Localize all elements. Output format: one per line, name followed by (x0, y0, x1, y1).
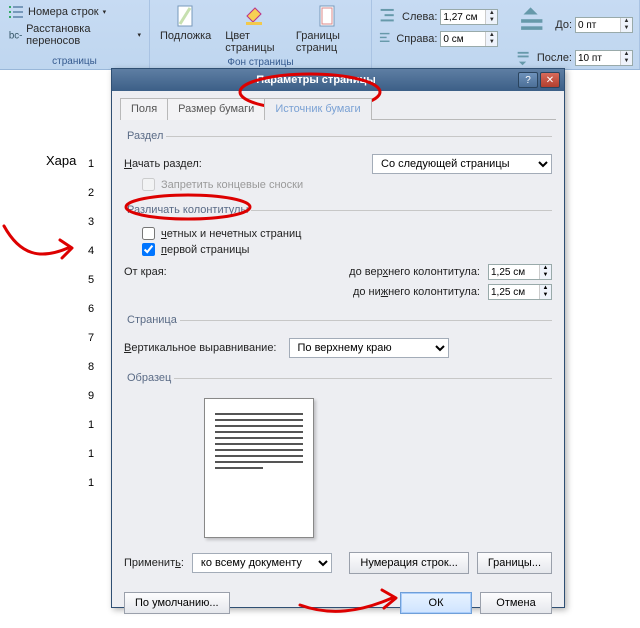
dialog-tabs: Поля Размер бумаги Источник бумаги (112, 91, 564, 119)
space-after-spinner[interactable]: ▲▼ (575, 50, 633, 66)
help-button[interactable]: ? (518, 72, 538, 88)
page-borders-icon (316, 4, 340, 28)
ribbon-group-label: страницы (6, 55, 143, 69)
page-fieldset: Страница Вертикальное выравнивание: По в… (124, 314, 552, 368)
cancel-button[interactable]: Отмена (480, 592, 552, 614)
hyphenation-label: Расстановка переносов (26, 23, 133, 47)
ok-button[interactable]: ОК (400, 592, 472, 614)
watermark-button[interactable]: Подложка (156, 2, 215, 44)
watermark-icon (174, 4, 198, 28)
line-numbers-label: Номера строк (28, 6, 99, 18)
page-borders-button[interactable]: Границы страниц (292, 2, 365, 56)
page-setup-dialog: Параметры страницы ? ✕ Поля Размер бумаг… (111, 68, 565, 608)
preview-fieldset: Образец (124, 372, 552, 548)
indent-left-spinner[interactable]: ▲▼ (440, 9, 498, 25)
space-before-icon (514, 5, 552, 46)
section-fieldset: Раздел Начать раздел: Со следующей стран… (124, 130, 552, 200)
line-numbers-button[interactable]: Номера строк ▾ (6, 3, 108, 21)
suppress-endnotes-check: Запретить концевые сноски (142, 178, 552, 191)
indent-right-icon (378, 30, 393, 48)
svg-text:bc‑: bc‑ (9, 31, 22, 42)
tab-paper-size[interactable]: Размер бумаги (167, 98, 265, 120)
space-after-icon (514, 47, 534, 70)
first-page-check[interactable]: первой страницы (142, 243, 552, 256)
section-start-select[interactable]: Со следующей страницы (372, 154, 552, 174)
list-icon (8, 4, 24, 20)
bucket-icon (242, 4, 266, 28)
dialog-title: Параметры страницы (116, 74, 516, 86)
indent-right-spinner[interactable]: ▲▼ (440, 31, 498, 47)
dialog-titlebar[interactable]: Параметры страницы ? ✕ (112, 69, 564, 91)
odd-even-check[interactable]: четных и нечетных страниц (142, 227, 552, 240)
line-numbering-button[interactable]: Нумерация строк... (349, 552, 468, 574)
ribbon: Номера строк ▾ bc‑ Расстановка переносов… (0, 0, 640, 70)
footer-distance-spinner[interactable]: ▲▼ (488, 284, 552, 300)
tab-paper-source[interactable]: Источник бумаги (264, 98, 371, 120)
apply-to-select[interactable]: ко всему документу (192, 553, 332, 573)
default-button[interactable]: По умолчанию... (124, 592, 230, 614)
indent-left-icon (378, 5, 399, 29)
page-color-button[interactable]: Цвет страницы (221, 2, 286, 56)
header-distance-spinner[interactable]: ▲▼ (488, 264, 552, 280)
hyphenation-button[interactable]: bc‑ Расстановка переносов ▾ (6, 22, 143, 48)
section-start-label: Начать раздел: (124, 158, 202, 170)
page-preview (204, 398, 314, 538)
headers-fieldset: Различать колонтитулы четных и нечетных … (124, 204, 552, 310)
chevron-down-icon: ▾ (137, 31, 141, 39)
tab-fields[interactable]: Поля (120, 98, 168, 120)
vertical-align-select[interactable]: По верхнему краю (289, 338, 449, 358)
close-button[interactable]: ✕ (540, 72, 560, 88)
space-before-spinner[interactable]: ▲▼ (575, 17, 633, 33)
document-text: Хара (46, 153, 76, 168)
chevron-down-icon: ▾ (103, 8, 107, 16)
borders-button[interactable]: Границы... (477, 552, 552, 574)
hyphenation-icon: bc‑ (8, 27, 22, 43)
